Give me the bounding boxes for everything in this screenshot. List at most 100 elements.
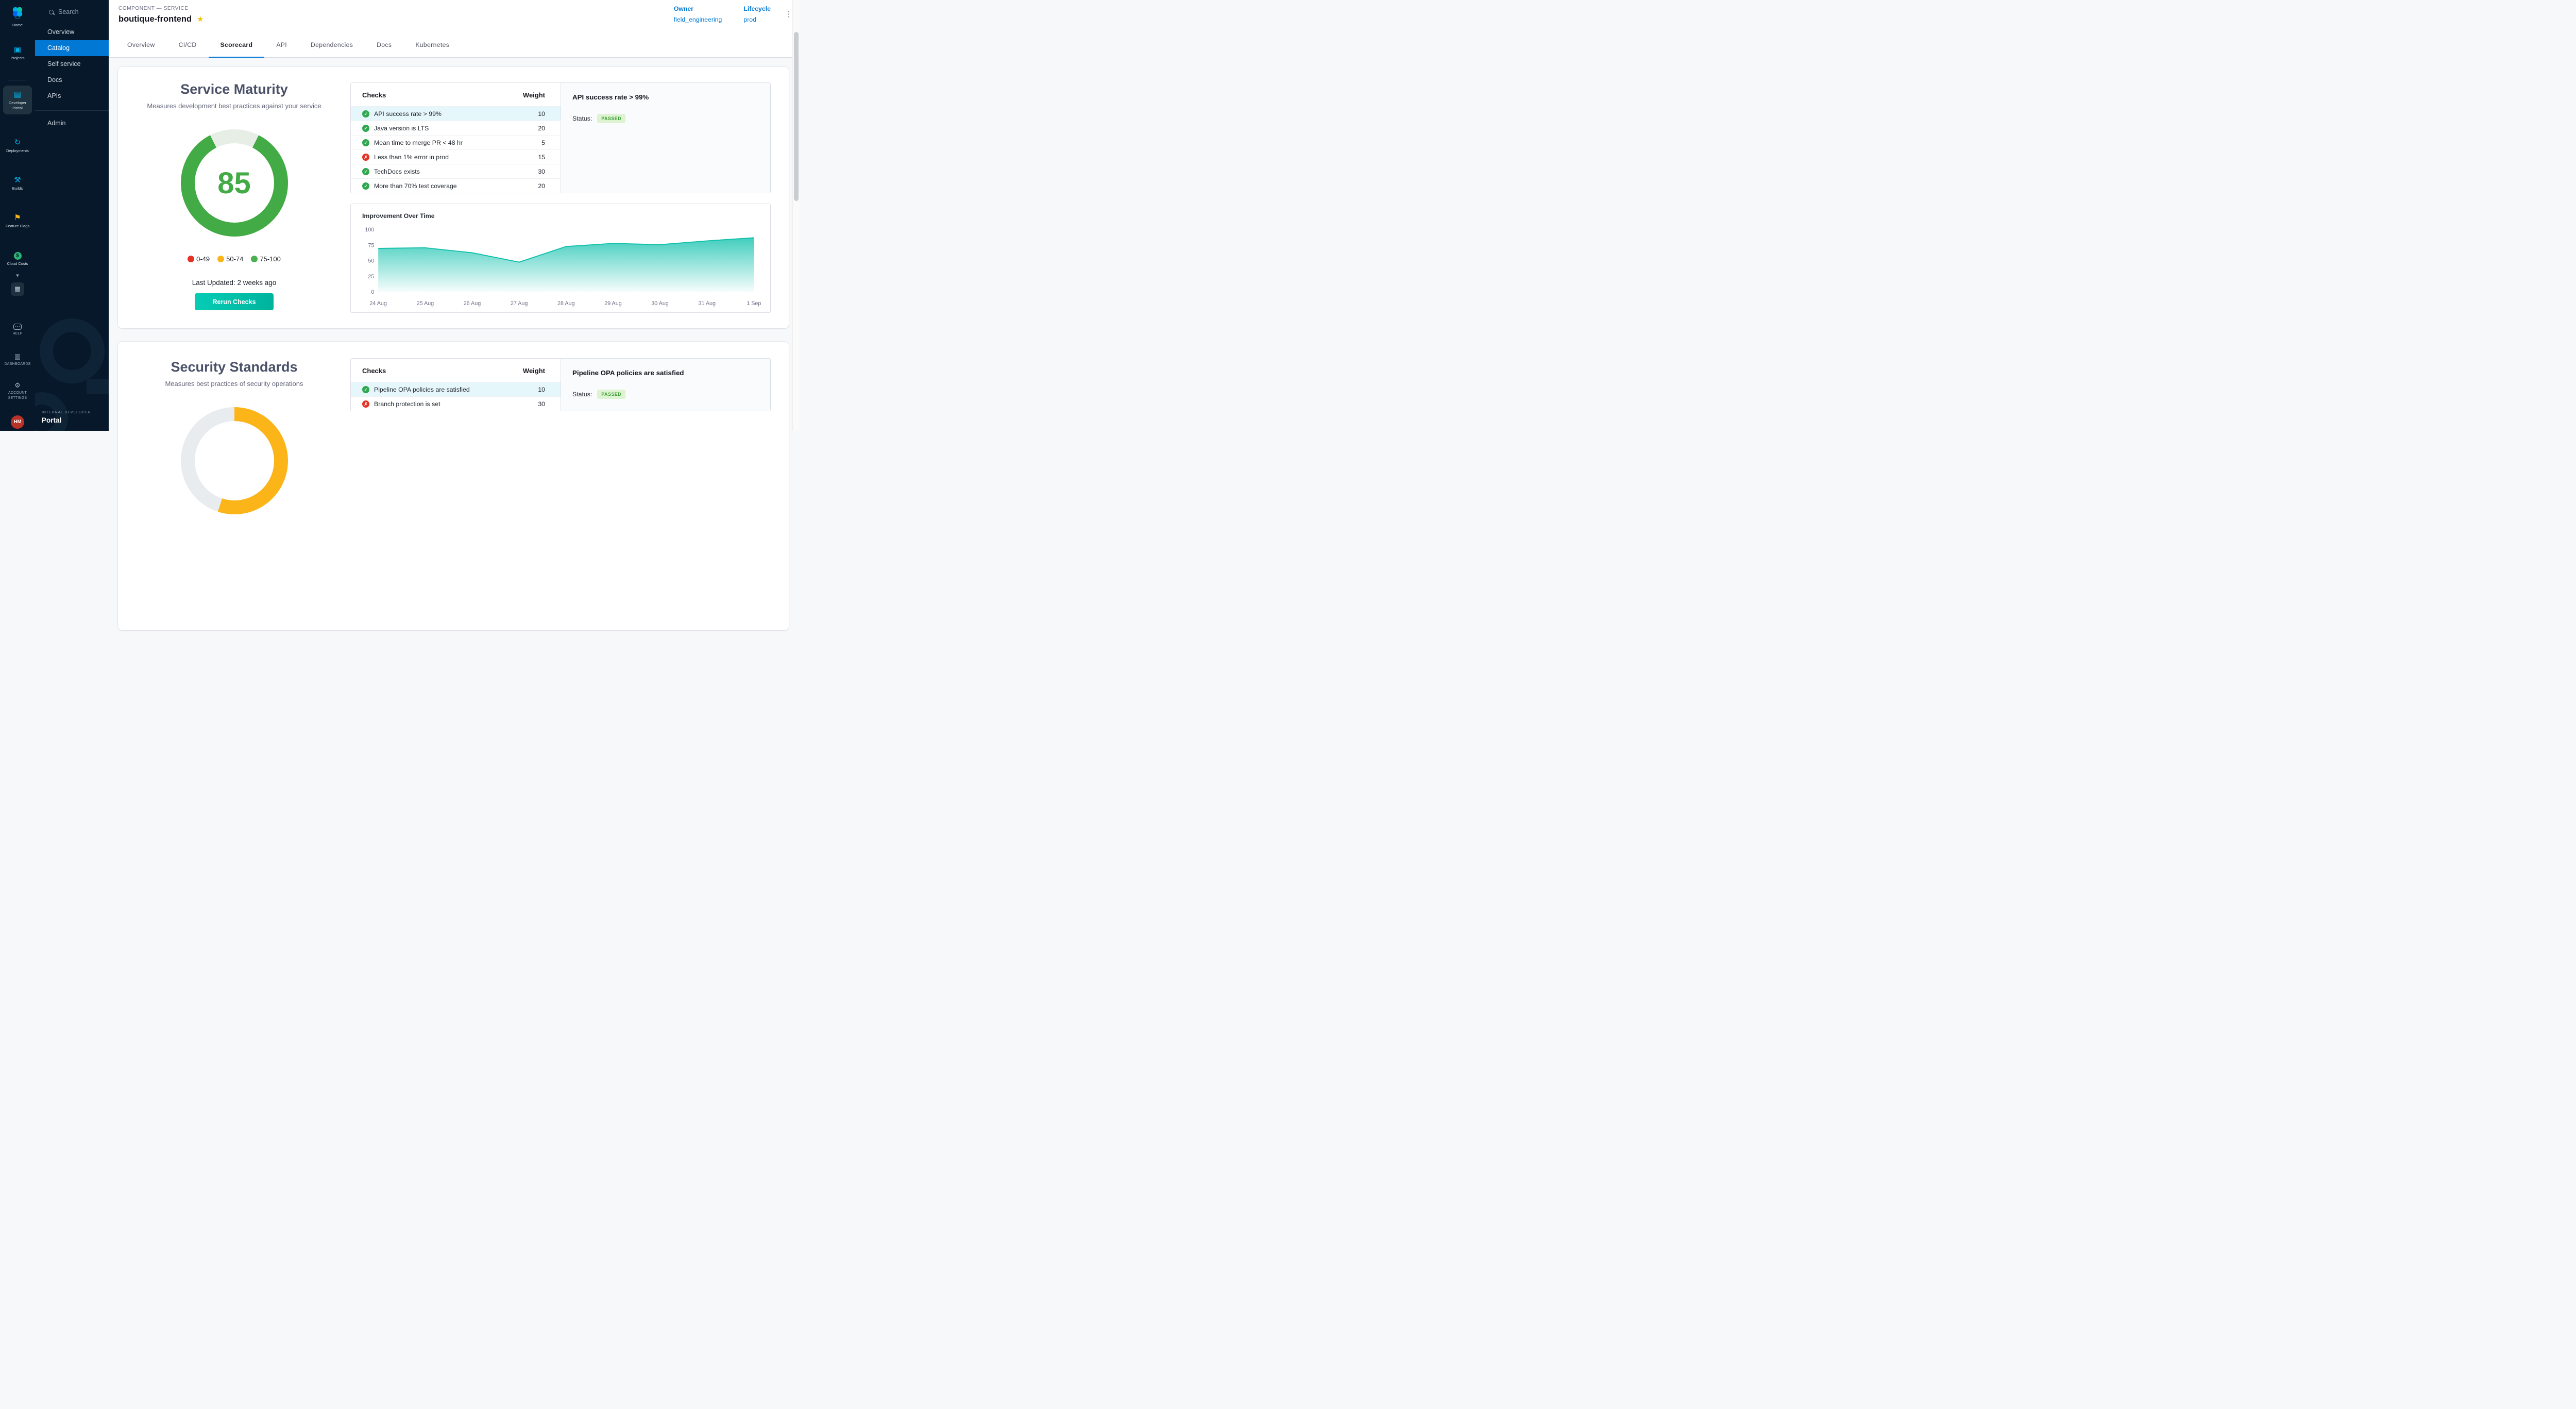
check-row[interactable]: ✗ Branch protection is set 30 xyxy=(351,396,561,411)
search-box[interactable]: Search xyxy=(35,0,109,21)
module-label: Cloud Costs xyxy=(0,261,35,266)
sidebar-item-self-service[interactable]: Self service xyxy=(35,56,109,72)
module-item-home[interactable]: ⌂ Home xyxy=(0,12,35,28)
help-button[interactable]: … HELP xyxy=(0,321,35,337)
module-sidebar: ⌂ Home ▣ Projects ▤ Developer Portal ↻ D… xyxy=(0,0,35,431)
svg-text:0: 0 xyxy=(371,289,374,295)
tab-kubernetes[interactable]: Kubernetes xyxy=(403,32,461,57)
owner-label: Owner xyxy=(674,5,722,12)
cloud-costs-icon: $ xyxy=(14,252,22,260)
status-badge: PASSED xyxy=(597,114,625,123)
module-label: Feature Flags xyxy=(0,224,35,229)
tab-api[interactable]: API xyxy=(264,32,299,57)
user-avatar[interactable]: HM xyxy=(11,415,24,429)
sidebar-divider xyxy=(35,110,109,111)
checks-header: Checks xyxy=(362,91,386,99)
tab-overview[interactable]: Overview xyxy=(115,32,167,57)
module-item-developer-portal[interactable]: ▤ Developer Portal xyxy=(3,86,32,114)
status-label: Status: xyxy=(572,391,592,398)
sidebar-item-apis[interactable]: APIs xyxy=(35,88,109,104)
dashboards-icon: ▥ xyxy=(0,353,35,360)
check-detail-title: API success rate > 99% xyxy=(572,93,759,101)
svg-text:30 Aug: 30 Aug xyxy=(651,300,668,307)
scrollbar[interactable] xyxy=(792,0,800,431)
score-gauge: 85 xyxy=(181,129,288,237)
legend-label: 75-100 xyxy=(260,255,280,263)
rerun-checks-button[interactable]: Rerun Checks xyxy=(195,293,274,310)
svg-text:26 Aug: 26 Aug xyxy=(464,300,481,307)
sidebar-item-catalog[interactable]: Catalog xyxy=(35,40,109,56)
check-pass-icon: ✓ xyxy=(362,110,369,118)
svg-text:25: 25 xyxy=(368,274,374,280)
legend-label: 0-49 xyxy=(196,255,210,263)
scorecard-service-maturity: Service Maturity Measures development be… xyxy=(118,67,789,328)
score-gauge xyxy=(181,407,288,514)
tab-docs[interactable]: Docs xyxy=(365,32,403,57)
search-icon xyxy=(49,10,54,14)
improvement-chart: 025507510024 Aug25 Aug26 Aug27 Aug28 Aug… xyxy=(359,222,762,310)
weight-header: Weight xyxy=(523,91,545,99)
check-pass-icon: ✓ xyxy=(362,386,369,393)
sidebar-footer: INTERNAL DEVELOPER Portal xyxy=(42,411,91,424)
svg-text:75: 75 xyxy=(368,242,374,248)
check-row[interactable]: ✓ Java version is LTS 20 xyxy=(351,121,561,135)
checks-panel: Checks Weight ✓ Pipeline OPA policies ar… xyxy=(350,358,771,411)
help-icon: … xyxy=(13,324,22,330)
favorite-star-icon[interactable]: ★ xyxy=(197,15,204,23)
module-item-deployments[interactable]: ↻ Deployments xyxy=(0,138,35,154)
last-updated: Last Updated: 2 weeks ago xyxy=(118,279,350,287)
svg-text:31 Aug: 31 Aug xyxy=(699,300,716,307)
svg-text:29 Aug: 29 Aug xyxy=(604,300,621,307)
legend-dot-yellow xyxy=(217,256,224,262)
legend-label: 50-74 xyxy=(226,255,243,263)
sidebar-item-docs[interactable]: Docs xyxy=(35,72,109,88)
module-item-feature-flags[interactable]: ⚑ Feature Flags xyxy=(0,213,35,229)
check-row[interactable]: ✗ Less than 1% error in prod 15 xyxy=(351,149,561,164)
score-legend: 0-49 50-74 75-100 xyxy=(118,255,350,263)
check-pass-icon: ✓ xyxy=(362,125,369,132)
scorecard-content: Service Maturity Measures development be… xyxy=(109,58,800,630)
check-row[interactable]: ✓ Mean time to merge PR < 48 hr 5 xyxy=(351,135,561,149)
scorecard-summary: Security Standards Measures best practic… xyxy=(118,342,350,630)
check-row[interactable]: ✓ TechDocs exists 30 xyxy=(351,164,561,178)
legend-dot-green xyxy=(251,256,258,262)
module-label: Deployments xyxy=(0,148,35,154)
svg-text:100: 100 xyxy=(365,227,374,233)
check-row[interactable]: ✓ More than 70% test coverage 20 xyxy=(351,178,561,193)
lifecycle-value: prod xyxy=(743,16,771,23)
scorecard-subtitle: Measures best practices of security oper… xyxy=(118,380,350,388)
tab-cicd[interactable]: CI/CD xyxy=(167,32,209,57)
sidebar-item-admin[interactable]: Admin xyxy=(35,115,109,131)
lifecycle-block: Lifecycle prod xyxy=(743,5,771,23)
module-label: Projects xyxy=(0,56,35,61)
builds-icon: ⚒ xyxy=(0,176,35,184)
footer-title: Portal xyxy=(42,416,91,424)
check-row[interactable]: ✓ Pipeline OPA policies are satisfied 10 xyxy=(351,382,561,396)
portal-nav-list: Overview Catalog Self service Docs APIs … xyxy=(35,24,109,131)
check-pass-icon: ✓ xyxy=(362,168,369,175)
module-item-builds[interactable]: ⚒ Builds xyxy=(0,176,35,191)
svg-text:50: 50 xyxy=(368,258,374,264)
projects-icon: ▣ xyxy=(0,45,35,54)
help-label: HELP xyxy=(0,331,35,337)
chevron-down-icon[interactable]: ▾ xyxy=(0,272,35,279)
module-item-cloud-costs[interactable]: $ Cloud Costs xyxy=(0,250,35,266)
scorecard-title: Security Standards xyxy=(118,359,350,375)
status-badge: PASSED xyxy=(597,390,625,399)
chart-title: Improvement Over Time xyxy=(362,212,762,220)
account-settings-button[interactable]: ⚙ ACCOUNT SETTINGS xyxy=(0,381,35,401)
dashboards-button[interactable]: ▥ DASHBOARDS xyxy=(0,353,35,367)
search-label: Search xyxy=(58,8,79,15)
legend-dot-red xyxy=(188,256,194,262)
page-title: boutique-frontend xyxy=(118,14,192,24)
owner-link[interactable]: field_engineering xyxy=(674,16,722,23)
scrollbar-thumb[interactable] xyxy=(794,32,799,201)
svg-text:28 Aug: 28 Aug xyxy=(557,300,574,307)
check-row[interactable]: ✓ API success rate > 99% 10 xyxy=(351,106,561,121)
checks-panel: Checks Weight ✓ API success rate > 99% 1… xyxy=(350,82,771,193)
module-item-projects[interactable]: ▣ Projects xyxy=(0,45,35,61)
module-switcher-button[interactable]: ▦ xyxy=(11,282,24,296)
tab-dependencies[interactable]: Dependencies xyxy=(299,32,365,57)
tab-scorecard[interactable]: Scorecard xyxy=(209,32,265,57)
sidebar-item-overview[interactable]: Overview xyxy=(35,24,109,40)
